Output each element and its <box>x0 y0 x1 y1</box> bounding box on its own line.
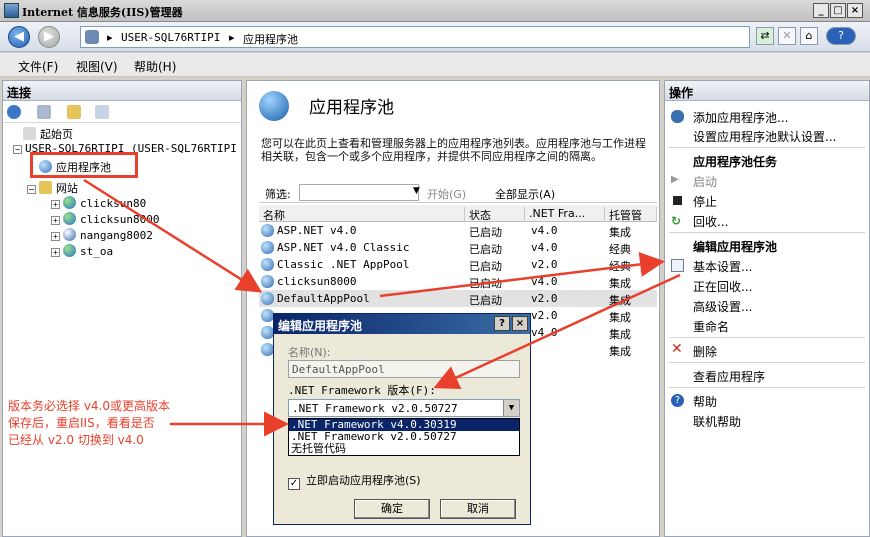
annotation-arrows <box>83 178 681 437</box>
arrow-to-pool <box>83 178 263 293</box>
arrow-to-framework <box>433 273 681 390</box>
arrow-to-basic-settings <box>379 252 665 298</box>
